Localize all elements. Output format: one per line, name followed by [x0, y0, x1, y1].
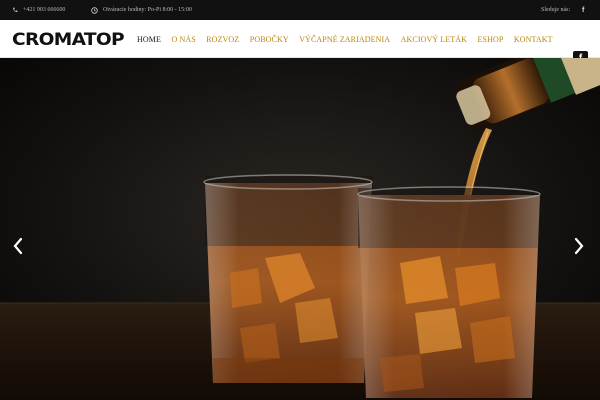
menu-item-o-nás[interactable]: O NÁS	[171, 35, 195, 44]
chevron-left-icon[interactable]	[11, 236, 25, 256]
phone-number: +421 903 666600	[23, 7, 66, 13]
chevron-right-icon[interactable]	[572, 236, 586, 256]
menu-item-home[interactable]: HOME	[137, 35, 161, 44]
logo[interactable]: CROMATOP	[12, 30, 125, 48]
hero-image-whiskey-glasses	[0, 58, 600, 400]
menu-item-pobočky[interactable]: POBOČKY	[250, 35, 289, 44]
main-menu: HOME O NÁS ROZVOZ POBOČKY VÝČAPNÉ ZARIADENIA…	[137, 20, 563, 58]
hero-slider	[0, 58, 600, 400]
logo-text: CROMATOP	[12, 30, 125, 48]
opening-hours: Otváracie hodiny: Po-Pi 8:00 - 15:00	[91, 0, 192, 20]
phone-icon	[13, 7, 18, 12]
menu-item-akciový-leták[interactable]: AKCIOVÝ LETÁK	[401, 35, 467, 44]
menu-item-výčapné-zariadenia[interactable]: VÝČAPNÉ ZARIADENIA	[299, 35, 390, 44]
clock-icon	[91, 6, 98, 14]
main-navbar: CROMATOP HOME O NÁS ROZVOZ POBOČKY VÝČAPNÉ Z…	[0, 20, 600, 66]
left-glass	[203, 174, 373, 383]
opening-hours-text: Otváracie hodiny: Po-Pi 8:00 - 15:00	[103, 7, 192, 13]
menu-item-kontakt[interactable]: KONTAKT	[514, 35, 553, 44]
follow-us-label: Sleduje nás:	[541, 7, 571, 13]
top-info-bar: +421 903 666600 Otváracie hodiny: Po-Pi …	[0, 0, 600, 20]
menu-item-eshop[interactable]: ESHOP	[478, 35, 504, 44]
menu-item-rozvoz[interactable]: ROZVOZ	[206, 35, 239, 44]
phone-info[interactable]: +421 903 666600	[12, 0, 65, 20]
facebook-icon[interactable]: f	[582, 0, 584, 20]
right-glass	[357, 186, 541, 398]
